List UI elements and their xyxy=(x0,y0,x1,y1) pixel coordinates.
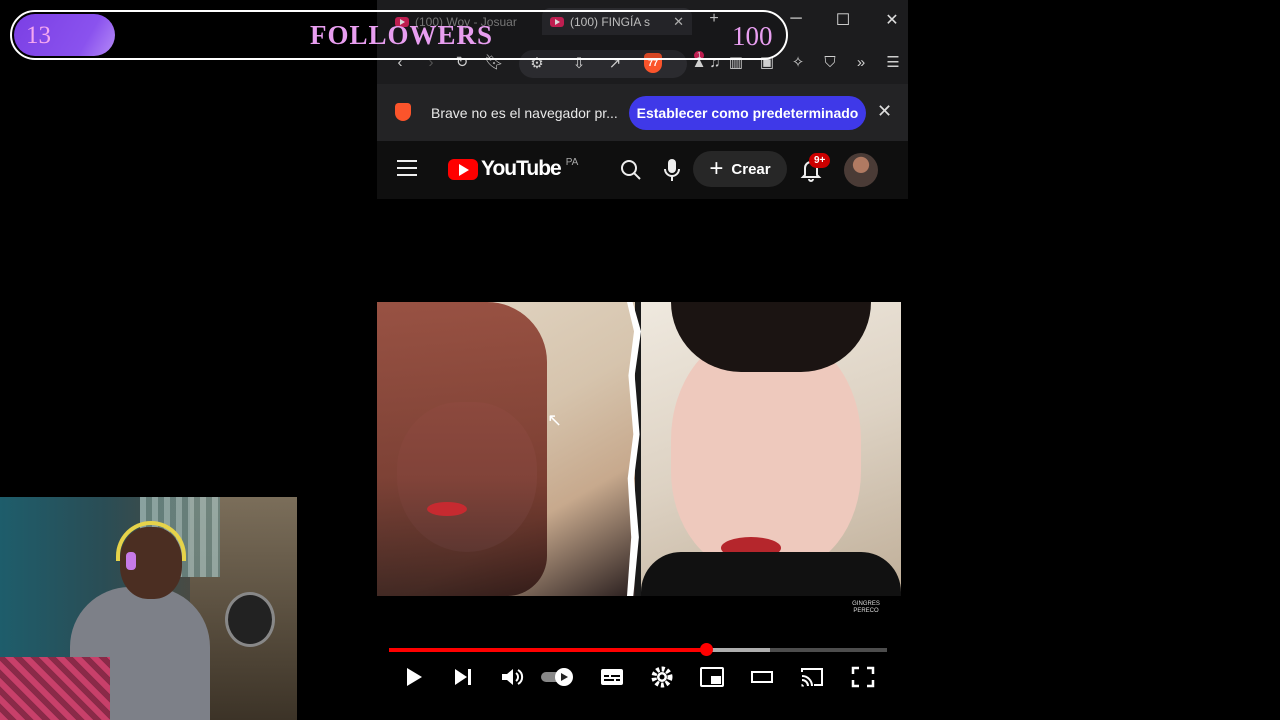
left-hair xyxy=(377,302,547,596)
close-window-button[interactable]: ✕ xyxy=(877,10,907,32)
create-button[interactable]: + Crear xyxy=(693,151,787,187)
video-left-panel xyxy=(377,302,635,596)
create-label: Crear xyxy=(731,160,771,178)
maximize-button[interactable]: ☐ xyxy=(828,10,858,32)
leo-ai-icon[interactable]: ✧ xyxy=(786,52,810,74)
mouse-cursor-icon: ↖ xyxy=(547,410,563,430)
next-button[interactable] xyxy=(450,665,476,689)
subtitles-icon[interactable] xyxy=(599,665,625,689)
miniplayer-icon[interactable] xyxy=(699,665,725,689)
cast-icon[interactable] xyxy=(799,665,825,689)
browser-window: (100) Woy - Josuar (100) FINGÍA s ✕ + ─ … xyxy=(377,0,908,720)
youtube-logo[interactable]: YouTube PA xyxy=(448,157,578,181)
video-player[interactable]: ↖ GINGRES PERECO xyxy=(377,199,908,720)
headset-earcup xyxy=(126,552,136,570)
vpn-shield-icon[interactable]: ⛉ xyxy=(818,52,842,74)
video-right-panel xyxy=(641,302,901,596)
youtube-menu-icon[interactable] xyxy=(397,160,417,176)
current-followers: 13 xyxy=(26,22,51,49)
youtube-header: YouTube PA + Crear 9+ xyxy=(377,141,908,331)
notification-badge: 9+ xyxy=(809,153,831,168)
menu-icon[interactable]: ☰ xyxy=(881,52,905,74)
brave-logo-icon xyxy=(395,103,411,121)
goal-label: FOLLOWERS xyxy=(310,20,494,50)
default-browser-infobar: Brave no es el navegador pr... Establece… xyxy=(377,84,908,141)
microphone-stand xyxy=(225,592,275,647)
channel-watermark[interactable]: GINGRES PERECO xyxy=(851,601,881,631)
microphone-icon[interactable] xyxy=(663,157,681,183)
youtube-wordmark: YouTube xyxy=(481,157,562,180)
fullscreen-icon[interactable] xyxy=(850,665,876,689)
infobar-close-icon[interactable]: ✕ xyxy=(877,101,892,122)
follower-goal-bar: 13 FOLLOWERS 100 xyxy=(10,10,788,60)
left-lips xyxy=(427,502,467,516)
country-code: PA xyxy=(565,156,579,168)
infobar-message: Brave no es el navegador pr... xyxy=(431,105,618,121)
goal-target: 100 xyxy=(732,21,773,51)
volume-icon[interactable] xyxy=(499,665,525,689)
plus-icon: + xyxy=(709,155,724,182)
settings-gear-icon[interactable] xyxy=(649,665,675,689)
set-default-button[interactable]: Establecer como predeterminado xyxy=(629,96,866,130)
autoplay-toggle[interactable] xyxy=(540,665,576,689)
more-extensions-icon[interactable]: » xyxy=(849,52,873,74)
played-bar xyxy=(389,648,706,652)
right-shirt xyxy=(641,552,901,596)
theater-mode-icon[interactable] xyxy=(749,665,775,689)
video-frame[interactable]: ↖ xyxy=(377,302,901,596)
search-icon[interactable] xyxy=(619,158,643,182)
webcam-feed xyxy=(0,497,297,720)
scrubber-handle[interactable] xyxy=(699,643,713,656)
account-avatar[interactable] xyxy=(844,153,878,187)
webcam-blanket xyxy=(0,657,110,720)
play-button[interactable] xyxy=(401,665,427,689)
progress-bar[interactable] xyxy=(389,643,887,656)
youtube-play-logo-icon xyxy=(448,158,478,180)
